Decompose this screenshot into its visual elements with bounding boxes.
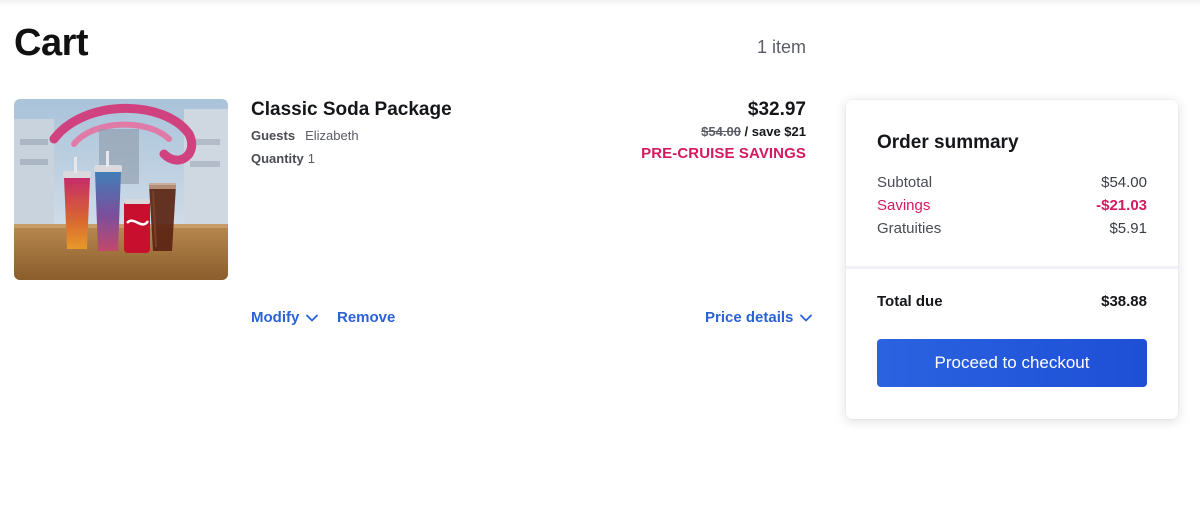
original-price-row: $54.00 / save $21 <box>560 124 806 139</box>
summary-divider <box>846 266 1178 269</box>
subtotal-label: Subtotal <box>877 174 933 191</box>
cart-page: Cart 1 item Classic Soda Package Guests … <box>0 0 1200 518</box>
item-count: 1 item <box>756 37 806 57</box>
gratuities-label: Gratuities <box>877 220 942 237</box>
proceed-to-checkout-button[interactable]: Proceed to checkout <box>877 339 1147 387</box>
save-amount: / save $21 <box>740 124 806 139</box>
quantity-row: Quantity 1 <box>251 151 315 166</box>
item-name: Classic Soda Package <box>251 99 452 120</box>
page-title: Cart <box>14 22 89 64</box>
total-due-value: $38.88 <box>1101 293 1147 310</box>
chevron-down-icon <box>800 314 813 321</box>
subtotal-value: $54.00 <box>1101 174 1147 191</box>
subtotal-row: Subtotal $54.00 <box>877 174 1147 191</box>
price-details-label: Price details <box>705 309 794 326</box>
remove-label: Remove <box>337 309 396 326</box>
order-summary-title: Order summary <box>877 132 1019 153</box>
savings-label: Savings <box>877 197 931 214</box>
savings-row: Savings -$21.03 <box>877 197 1147 214</box>
original-price: $54.00 <box>701 124 741 139</box>
chevron-down-icon <box>306 314 319 321</box>
product-image <box>14 99 228 280</box>
order-summary-card: Order summary Subtotal $54.00 Savings -$… <box>846 100 1178 419</box>
top-shadow <box>0 0 1200 6</box>
total-due-row: Total due $38.88 <box>877 293 1147 310</box>
guests-value: Elizabeth <box>305 128 359 143</box>
remove-button[interactable]: Remove <box>337 309 395 326</box>
modify-label: Modify <box>251 309 300 326</box>
modify-button[interactable]: Modify <box>251 309 319 326</box>
savings-value: -$21.03 <box>1096 197 1147 214</box>
guests-row: Guests Elizabeth <box>251 128 359 143</box>
guests-label: Guests <box>251 128 296 143</box>
gratuities-value: $5.91 <box>1109 220 1147 237</box>
gratuities-row: Gratuities $5.91 <box>877 220 1147 237</box>
price-details-button[interactable]: Price details <box>705 309 813 326</box>
item-price: $32.97 <box>747 99 806 120</box>
quantity-value: 1 <box>307 151 315 166</box>
total-due-label: Total due <box>877 293 943 310</box>
savings-badge: PRE-CRUISE SAVINGS <box>641 145 806 162</box>
quantity-label: Quantity <box>251 151 304 166</box>
